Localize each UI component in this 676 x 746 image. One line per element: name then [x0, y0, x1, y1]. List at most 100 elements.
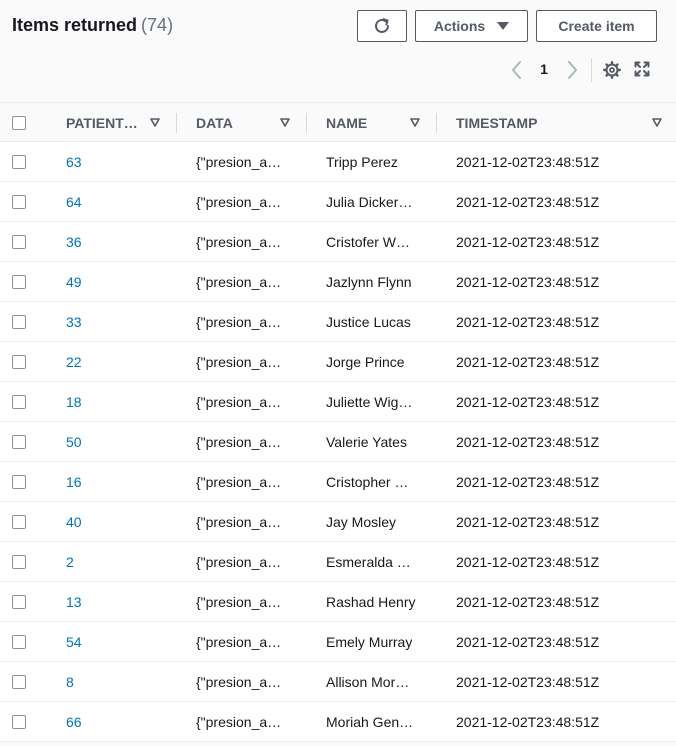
actions-dropdown-button[interactable]: Actions — [415, 10, 528, 42]
patient-id-cell: 18 — [66, 382, 166, 422]
column-divider[interactable] — [436, 113, 437, 133]
patient-id-link[interactable]: 18 — [66, 394, 82, 410]
data-cell: {"presion_a… — [196, 182, 286, 222]
column-divider[interactable] — [306, 113, 307, 133]
data-cell: {"presion_a… — [196, 542, 286, 582]
table-row[interactable]: 33 {"presion_a… Justice Lucas 2021-12-02… — [0, 302, 676, 342]
data-value: {"presion_a… — [196, 634, 282, 650]
patient-id-link[interactable]: 54 — [66, 634, 82, 650]
name-value: Allison Mor… — [326, 674, 410, 690]
row-checkbox[interactable] — [12, 395, 26, 409]
name-value: Rashad Henry — [326, 594, 416, 610]
gear-icon[interactable] — [603, 61, 621, 79]
table-row[interactable]: 50 {"presion_a… Valerie Yates 2021-12-02… — [0, 422, 676, 462]
timestamp-cell: 2021-12-02T23:48:51Z — [456, 262, 656, 302]
column-header-name[interactable]: NAME — [326, 103, 436, 143]
timestamp-value: 2021-12-02T23:48:51Z — [456, 434, 600, 450]
data-value: {"presion_a… — [196, 394, 282, 410]
data-value: {"presion_a… — [196, 514, 282, 530]
table-row[interactable]: 66 {"presion_a… Moriah Gen… 2021-12-02T2… — [0, 702, 676, 742]
name-value: Cristofer W… — [326, 234, 410, 250]
name-value: Cristopher … — [326, 474, 409, 490]
data-cell: {"presion_a… — [196, 622, 286, 662]
row-checkbox[interactable] — [12, 595, 26, 609]
data-value: {"presion_a… — [196, 714, 282, 730]
row-checkbox[interactable] — [12, 355, 26, 369]
table-row[interactable]: 49 {"presion_a… Jazlynn Flynn 2021-12-02… — [0, 262, 676, 302]
patient-id-link[interactable]: 49 — [66, 274, 82, 290]
pagination-current-page[interactable]: 1 — [536, 61, 552, 77]
patient-id-link[interactable]: 22 — [66, 354, 82, 370]
patient-id-link[interactable]: 13 — [66, 594, 82, 610]
sort-triangle-icon[interactable] — [410, 118, 420, 127]
row-checkbox[interactable] — [12, 155, 26, 169]
patient-id-link[interactable]: 40 — [66, 514, 82, 530]
name-cell: Justice Lucas — [326, 302, 418, 342]
row-checkbox[interactable] — [12, 195, 26, 209]
row-checkbox[interactable] — [12, 475, 26, 489]
row-checkbox[interactable] — [12, 675, 26, 689]
table-row[interactable]: 18 {"presion_a… Juliette Wig… 2021-12-02… — [0, 382, 676, 422]
row-checkbox[interactable] — [12, 315, 26, 329]
data-value: {"presion_a… — [196, 554, 282, 570]
sort-triangle-icon[interactable] — [652, 118, 662, 127]
data-value: {"presion_a… — [196, 594, 282, 610]
row-checkbox[interactable] — [12, 715, 26, 729]
name-cell: Emely Murray — [326, 622, 418, 662]
name-value: Esmeralda … — [326, 554, 411, 570]
name-cell: Valerie Yates — [326, 422, 418, 462]
patient-id-cell: 54 — [66, 622, 166, 662]
fullscreen-icon[interactable] — [634, 61, 650, 77]
chevron-left-icon[interactable] — [508, 59, 526, 81]
data-value: {"presion_a… — [196, 274, 282, 290]
table-row[interactable]: 64 {"presion_a… Julia Dicker… 2021-12-02… — [0, 182, 676, 222]
column-header-data[interactable]: DATA — [196, 103, 306, 143]
patient-id-link[interactable]: 33 — [66, 314, 82, 330]
table-row[interactable]: 54 {"presion_a… Emely Murray 2021-12-02T… — [0, 622, 676, 662]
column-header-patient[interactable]: PATIENT… — [66, 103, 176, 143]
table-row[interactable]: 36 {"presion_a… Cristofer W… 2021-12-02T… — [0, 222, 676, 262]
data-cell: {"presion_a… — [196, 582, 286, 622]
row-checkbox[interactable] — [12, 635, 26, 649]
table-row[interactable]: 63 {"presion_a… Tripp Perez 2021-12-02T2… — [0, 142, 676, 182]
column-header-timestamp[interactable]: TIMESTAMP — [456, 103, 666, 143]
table-row[interactable]: 13 {"presion_a… Rashad Henry 2021-12-02T… — [0, 582, 676, 622]
column-header-label: TIMESTAMP — [456, 115, 538, 131]
data-value: {"presion_a… — [196, 314, 282, 330]
timestamp-value: 2021-12-02T23:48:51Z — [456, 194, 600, 210]
row-checkbox[interactable] — [12, 275, 26, 289]
row-checkbox[interactable] — [12, 235, 26, 249]
patient-id-link[interactable]: 8 — [66, 674, 74, 690]
create-item-button[interactable]: Create item — [536, 10, 657, 42]
patient-id-link[interactable]: 64 — [66, 194, 82, 210]
chevron-right-icon[interactable] — [563, 59, 581, 81]
column-divider[interactable] — [176, 113, 177, 133]
row-checkbox[interactable] — [12, 435, 26, 449]
table-row[interactable]: 22 {"presion_a… Jorge Prince 2021-12-02T… — [0, 342, 676, 382]
row-checkbox[interactable] — [12, 555, 26, 569]
select-all-checkbox[interactable] — [12, 116, 26, 130]
table-row[interactable]: 2 {"presion_a… Esmeralda … 2021-12-02T23… — [0, 542, 676, 582]
data-cell: {"presion_a… — [196, 222, 286, 262]
row-checkbox[interactable] — [12, 515, 26, 529]
table-row[interactable]: 16 {"presion_a… Cristopher … 2021-12-02T… — [0, 462, 676, 502]
patient-id-link[interactable]: 36 — [66, 234, 82, 250]
timestamp-cell: 2021-12-02T23:48:51Z — [456, 462, 656, 502]
patient-id-cell: 36 — [66, 222, 166, 262]
patient-id-link[interactable]: 16 — [66, 474, 82, 490]
data-cell: {"presion_a… — [196, 422, 286, 462]
timestamp-cell: 2021-12-02T23:48:51Z — [456, 222, 656, 262]
patient-id-link[interactable]: 63 — [66, 154, 82, 170]
data-value: {"presion_a… — [196, 434, 282, 450]
table-row[interactable]: 8 {"presion_a… Allison Mor… 2021-12-02T2… — [0, 662, 676, 702]
timestamp-cell: 2021-12-02T23:48:51Z — [456, 662, 656, 702]
patient-id-link[interactable]: 50 — [66, 434, 82, 450]
sort-triangle-icon[interactable] — [150, 118, 160, 127]
table-row[interactable]: 40 {"presion_a… Jay Mosley 2021-12-02T23… — [0, 502, 676, 542]
timestamp-cell: 2021-12-02T23:48:51Z — [456, 182, 656, 222]
refresh-button[interactable] — [357, 10, 407, 42]
patient-id-link[interactable]: 66 — [66, 714, 82, 730]
timestamp-value: 2021-12-02T23:48:51Z — [456, 714, 600, 730]
sort-triangle-icon[interactable] — [280, 118, 290, 127]
patient-id-link[interactable]: 2 — [66, 554, 74, 570]
